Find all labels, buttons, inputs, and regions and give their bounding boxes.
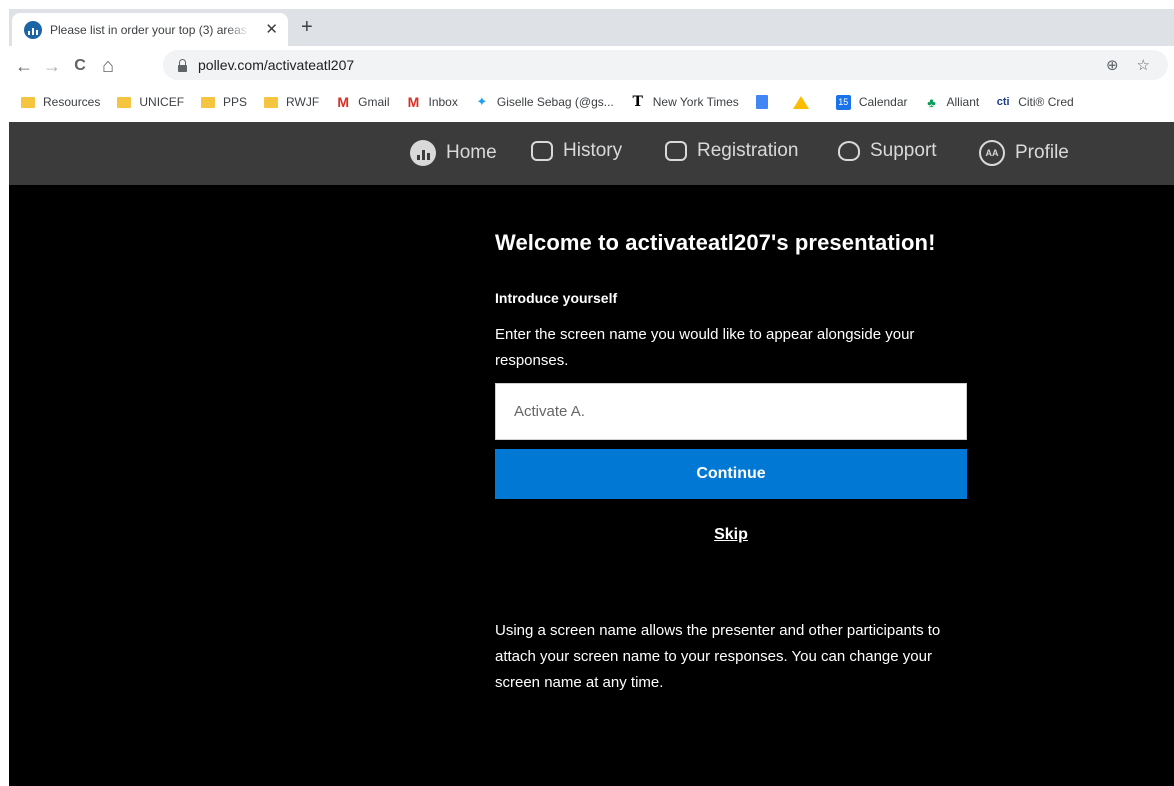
headset-icon [838, 141, 860, 161]
citi-icon: cti [996, 96, 1010, 108]
bookmark-inbox[interactable]: M Inbox [407, 94, 458, 110]
registration-icon [665, 141, 687, 161]
home-browser-icon[interactable]: ⌂ [97, 55, 119, 77]
alliant-icon: ♣ [927, 94, 936, 110]
top-navigation: Home History Registration Support AA Pro… [9, 122, 1174, 185]
folder-icon [117, 96, 132, 108]
pollev-favicon-icon [24, 20, 42, 39]
bookmark-alliant[interactable]: ♣ Alliant [925, 94, 979, 110]
nyt-icon: T [632, 94, 643, 110]
drive-icon [792, 95, 809, 109]
forward-icon[interactable]: → [41, 55, 63, 77]
nav-home[interactable]: Home [410, 140, 497, 166]
bookmark-citi[interactable]: cti Citi® Cred [996, 95, 1074, 109]
bookmark-twitter[interactable]: ✦ Giselle Sebag (@gs... [475, 94, 613, 109]
back-icon[interactable]: ← [13, 55, 35, 77]
tab-strip: Please list in order your top (3) areas … [9, 9, 1174, 46]
bookmarks-bar: Resources UNICEF PPS RWJF M Gmail M Inbox … [9, 87, 1174, 117]
add-shortcut-icon[interactable]: ⊕ [1106, 56, 1119, 74]
nav-history[interactable]: History [531, 140, 622, 162]
section-heading: Introduce yourself [495, 290, 618, 306]
docs-icon [755, 95, 768, 109]
browser-tab[interactable]: Please list in order your top (3) areas … [12, 13, 288, 46]
bookmark-calendar[interactable]: 15 Calendar [835, 94, 908, 110]
page-title: Welcome to activateatl207's presentation… [495, 230, 936, 255]
url-text[interactable]: pollev.com/activateatl207 [198, 57, 354, 73]
bookmark-resources[interactable]: Resources [21, 95, 100, 109]
screen-name-info-text: Using a screen name allows the presenter… [495, 622, 941, 691]
bookmark-drive[interactable] [792, 95, 819, 109]
nav-registration[interactable]: Registration [665, 140, 798, 162]
nav-support[interactable]: Support [838, 140, 937, 162]
bookmark-nyt[interactable]: T New York Times [631, 94, 739, 110]
calendar-icon: 15 [835, 94, 851, 110]
reload-icon[interactable]: C [69, 55, 91, 77]
history-icon [531, 141, 553, 161]
close-tab-icon[interactable]: ✕ [265, 22, 278, 37]
home-icon [410, 140, 436, 166]
new-tab-button[interactable]: + [301, 15, 313, 39]
folder-icon [201, 96, 216, 108]
gmail-icon: M [407, 94, 420, 110]
pollev-app: Home History Registration Support AA Pro… [9, 122, 1174, 786]
bookmark-pps[interactable]: PPS [201, 95, 247, 109]
twitter-icon: ✦ [476, 94, 488, 109]
bookmark-docs[interactable] [755, 95, 776, 109]
bookmark-rwjf[interactable]: RWJF [264, 95, 319, 109]
continue-button[interactable]: Continue [495, 449, 967, 499]
bookmark-unicef[interactable]: UNICEF [117, 95, 184, 109]
gmail-icon: M [337, 94, 349, 110]
screen-name-input[interactable] [495, 383, 967, 440]
nav-profile[interactable]: AA Profile [979, 140, 1069, 166]
lock-icon[interactable] [177, 58, 188, 72]
browser-chrome: Please list in order your top (3) areas … [9, 9, 1174, 122]
folder-icon [264, 96, 279, 108]
skip-link[interactable]: Skip [495, 526, 967, 544]
address-bar[interactable]: pollev.com/activateatl207 ⊕ ☆ [163, 50, 1168, 80]
bookmark-star-icon[interactable]: ☆ [1137, 56, 1150, 74]
profile-avatar-icon: AA [979, 140, 1005, 166]
instructions-text: Enter the screen name you would like to … [495, 326, 915, 369]
bookmark-gmail[interactable]: M Gmail [336, 94, 389, 110]
folder-icon [21, 96, 35, 108]
browser-toolbar: ← → C ⌂ pollev.com/activateatl207 ⊕ ☆ [9, 46, 1174, 86]
tab-title: Please list in order your top (3) areas [50, 22, 247, 37]
